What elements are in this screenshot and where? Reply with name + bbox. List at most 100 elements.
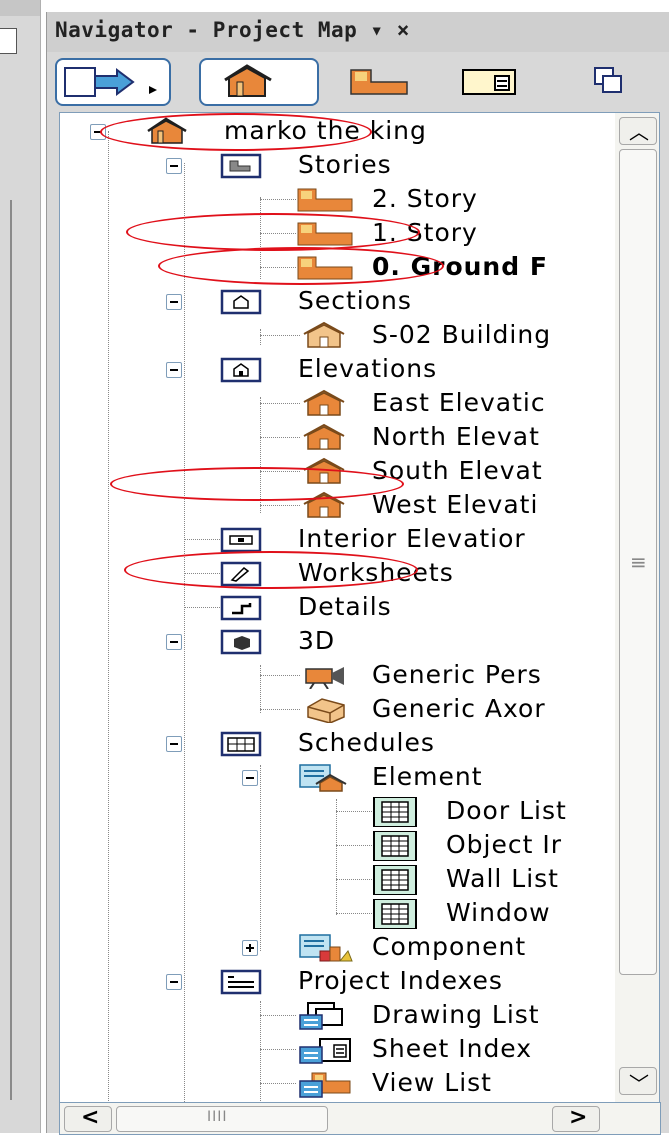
tree-item-generic-axonometry[interactable]: Generic Axor (60, 693, 616, 725)
tree-item-label: Sections (298, 286, 412, 315)
story-icon (297, 188, 353, 212)
tree-item-north-elevation[interactable]: North Elevat (60, 421, 616, 453)
left-panel-header (0, 0, 40, 16)
publisher-set-button[interactable] (55, 58, 171, 106)
tree-item-generic-perspective[interactable]: Generic Pers (60, 659, 616, 691)
chevron-up-icon: ︿ (629, 120, 649, 144)
tree-item-label: Wall List (446, 864, 559, 893)
tree-item-label: 3D (298, 626, 336, 655)
tree-item-east-elevation[interactable]: East Elevatic (60, 387, 616, 419)
tree-item-schedules[interactable]: Schedules (60, 727, 616, 759)
left-panel-divider (10, 200, 12, 1100)
navigator-titlebar[interactable]: Navigator - Project Map ▾ × (47, 12, 669, 52)
tree-item-door-list[interactable]: Door List (60, 795, 616, 827)
table-icon (373, 865, 417, 895)
horizontal-scrollbar[interactable]: < IIII > (59, 1102, 661, 1135)
tree-item-drawing-list[interactable]: Drawing List (60, 999, 616, 1031)
navigator-panel: Navigator - Project Map ▾ × marko the ki… (46, 12, 669, 1135)
component-schedule-icon (299, 934, 353, 962)
annotation-ellipse (126, 213, 420, 251)
tree-item-label: Schedules (298, 728, 435, 757)
element-schedule-icon (299, 764, 347, 792)
tree-item-object-inventory[interactable]: Object Ir (60, 829, 616, 861)
tree-item-wall-list[interactable]: Wall List (60, 863, 616, 895)
schedules-folder-icon (220, 731, 262, 757)
project-indexes-folder-icon (220, 969, 262, 995)
collapse-toggle[interactable] (166, 362, 182, 378)
drawing-list-icon (299, 1002, 343, 1030)
tree-item-elevations[interactable]: Elevations (60, 353, 616, 385)
tree-item-interior-elevations[interactable]: Interior Elevatior (60, 523, 616, 555)
scroll-left-button[interactable]: < (64, 1105, 112, 1132)
tree-item-label: S-02 Building (372, 320, 552, 349)
collapse-toggle[interactable] (242, 770, 258, 786)
interior-elevation-folder-icon (220, 527, 262, 553)
tree-connector (184, 607, 220, 608)
project-map-button[interactable] (199, 58, 319, 106)
organizer-icon (594, 67, 622, 93)
story-icon (350, 69, 408, 95)
collapse-toggle[interactable] (166, 736, 182, 752)
tree-item-component-schedule[interactable]: Component (60, 931, 616, 963)
grip-icon: ≡ (630, 550, 647, 574)
publish-arrow-icon (64, 67, 157, 97)
left-panel-control[interactable] (0, 28, 17, 54)
annotation-ellipse (110, 467, 404, 501)
collapse-toggle[interactable] (166, 158, 182, 174)
table-icon (373, 831, 417, 861)
camera-icon (305, 667, 344, 689)
tree-item-sections[interactable]: Sections (60, 285, 616, 317)
house-icon (224, 64, 272, 97)
tree-item-stories[interactable]: Stories (60, 149, 616, 181)
view-list-icon (299, 1072, 351, 1098)
layout-book-button[interactable] (447, 58, 537, 102)
tree-item-label: East Elevatic (372, 388, 546, 417)
tree-item-element-schedule[interactable]: Element (60, 761, 616, 793)
annotation-ellipse (124, 551, 418, 589)
tree-item-label: Sheet Index (372, 1034, 533, 1063)
tree-item-story-2[interactable]: 2. Story (60, 183, 616, 215)
vertical-scroll-thumb[interactable]: ≡ (619, 149, 657, 975)
collapse-toggle[interactable] (166, 294, 182, 310)
sheet-index-icon (299, 1038, 351, 1064)
expand-toggle[interactable] (242, 940, 258, 956)
elevation-icon (303, 389, 345, 416)
tree-item-label: Element (372, 762, 483, 791)
collapse-toggle[interactable] (166, 634, 182, 650)
tree-item-label: Interior Elevatior (298, 524, 526, 553)
tree-connector (260, 437, 300, 438)
tree-item-details[interactable]: Details (60, 591, 616, 623)
view-map-button[interactable] (337, 58, 427, 102)
tree-item-view-list[interactable]: View List (60, 1067, 616, 1099)
tree-connector (336, 845, 372, 846)
tree-connector (260, 335, 300, 336)
annotation-ellipse (158, 247, 444, 285)
organizer-button[interactable] (567, 58, 657, 102)
project-map-tree[interactable]: marko the king Stories 2. Story 1. Story… (59, 112, 617, 1104)
navigator-title[interactable]: Navigator - Project Map ▾ × (55, 18, 410, 42)
elevation-icon (303, 423, 345, 450)
scroll-down-button[interactable]: ﹀ (619, 1067, 657, 1096)
scroll-up-button[interactable]: ︿ (619, 117, 657, 145)
chevron-left-icon: < (81, 1105, 100, 1130)
scroll-right-button[interactable]: > (552, 1105, 600, 1132)
grip-icon: IIII (207, 1109, 228, 1125)
tree-item-sheet-index[interactable]: Sheet Index (60, 1033, 616, 1065)
left-panel-edge (0, 0, 41, 1133)
tree-connector (260, 199, 296, 200)
tree-connector (260, 1049, 296, 1050)
collapse-toggle[interactable] (166, 974, 182, 990)
tree-item-section-s02[interactable]: S-02 Building (60, 319, 616, 351)
tree-item-label: Generic Axor (372, 694, 546, 723)
details-folder-icon (220, 595, 262, 621)
elevations-folder-icon (220, 357, 262, 383)
chevron-right-icon: > (569, 1105, 588, 1130)
horizontal-scroll-thumb[interactable]: IIII (116, 1106, 328, 1132)
tree-item-window-list[interactable]: Window (60, 897, 616, 929)
vertical-scrollbar[interactable]: ︿ ≡ ﹀ (615, 112, 660, 1104)
tree-item-label: Elevations (298, 354, 438, 383)
tree-item-3d[interactable]: 3D (60, 625, 616, 657)
annotation-ellipse (100, 113, 372, 151)
tree-item-project-indexes[interactable]: Project Indexes (60, 965, 616, 997)
tree-item-label: North Elevat (372, 422, 540, 451)
